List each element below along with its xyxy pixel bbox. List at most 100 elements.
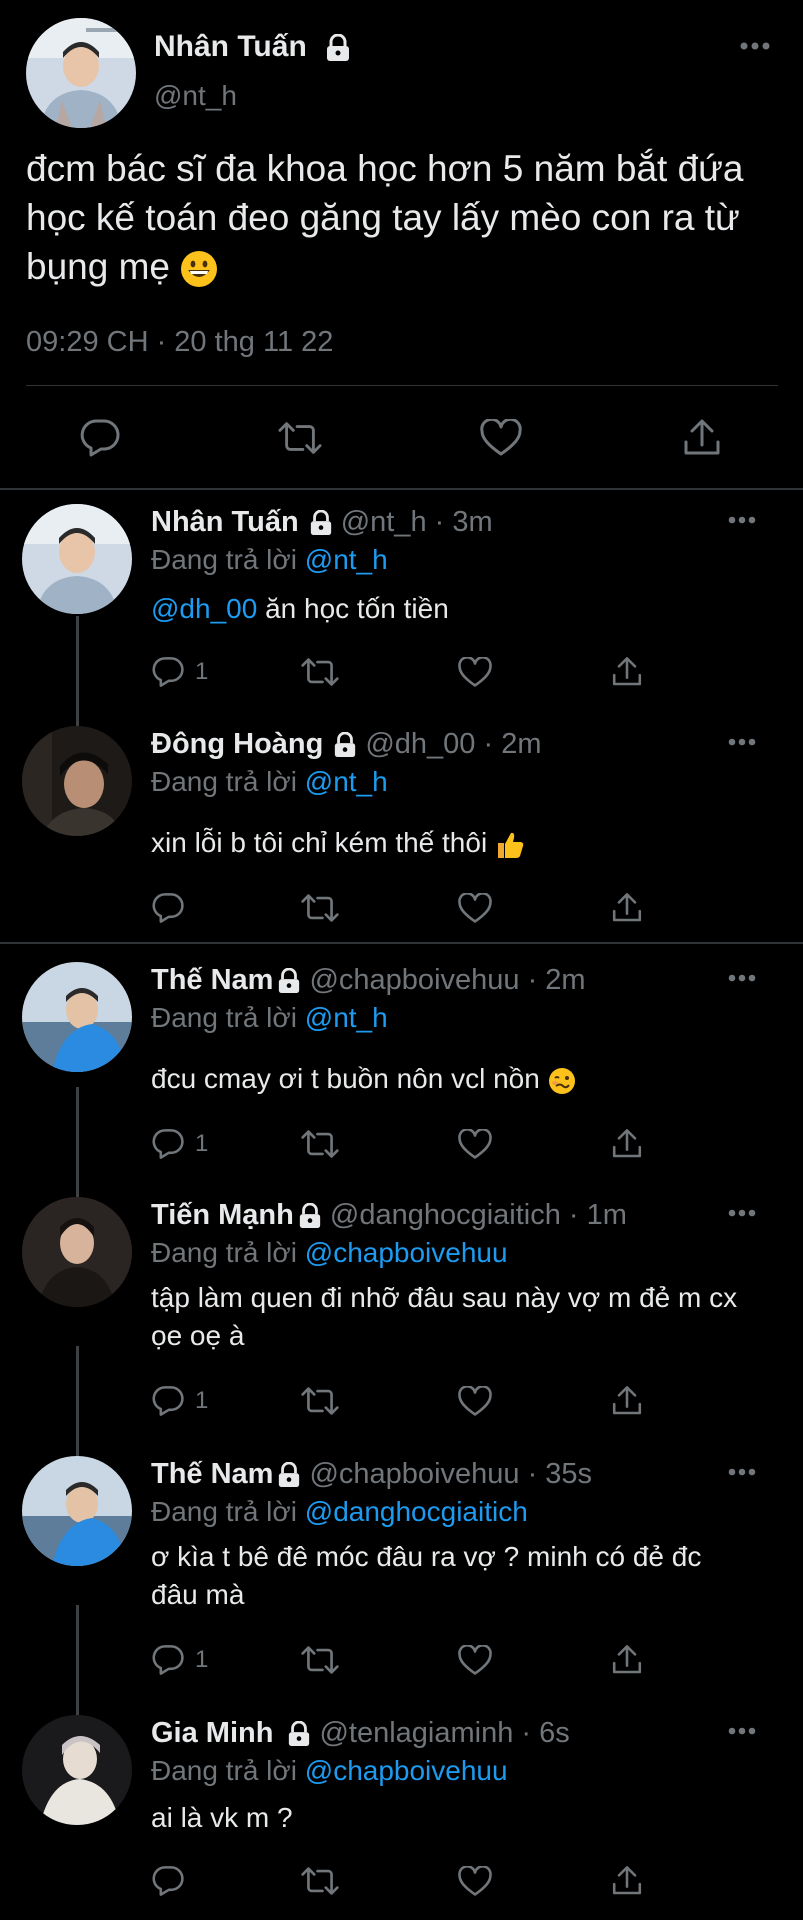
retweet-button[interactable] bbox=[301, 1640, 339, 1680]
reply-text: xin lỗi b tôi chỉ kém thế thôi bbox=[151, 824, 751, 862]
like-button[interactable] bbox=[458, 1124, 492, 1164]
share-button[interactable] bbox=[611, 1861, 643, 1901]
reply-button[interactable]: 1 bbox=[151, 1381, 208, 1421]
author-name[interactable]: Nhân Tuấn bbox=[151, 506, 299, 539]
reply-button[interactable] bbox=[78, 416, 122, 460]
author-handle[interactable]: @nt_h bbox=[154, 80, 237, 112]
avatar[interactable] bbox=[22, 504, 132, 614]
lock-icon bbox=[309, 509, 333, 536]
reply-text: @dh_00 ăn học tốn tiền bbox=[151, 593, 449, 624]
replying-to: Đang trả lời @chapboivehuu bbox=[151, 1237, 508, 1268]
mention-link[interactable]: @danghocgiaitich bbox=[305, 1496, 528, 1527]
avatar[interactable] bbox=[22, 1715, 132, 1825]
like-button[interactable] bbox=[458, 652, 492, 692]
retweet-button[interactable] bbox=[301, 1124, 339, 1164]
author-handle-time[interactable]: @chapboivehuu · 2m bbox=[309, 964, 585, 997]
share-button[interactable] bbox=[611, 1381, 643, 1421]
retweet-icon bbox=[301, 1646, 339, 1674]
reply-button[interactable]: 1 bbox=[151, 1640, 208, 1680]
mention-link[interactable]: @nt_h bbox=[305, 544, 388, 575]
replying-to: Đang trả lời @danghocgiaitich bbox=[151, 1496, 528, 1527]
reply-icon bbox=[152, 893, 184, 923]
like-icon bbox=[480, 419, 522, 456]
like-button[interactable] bbox=[479, 416, 523, 460]
share-icon bbox=[612, 657, 642, 686]
divider bbox=[26, 385, 778, 386]
lock-icon bbox=[287, 1720, 311, 1747]
mention-link[interactable]: @nt_h bbox=[305, 766, 388, 797]
mention-link[interactable]: @dh_00 bbox=[151, 593, 257, 624]
reply-button[interactable]: 1 bbox=[151, 1124, 208, 1164]
share-icon bbox=[612, 1645, 642, 1674]
retweet-icon bbox=[301, 1387, 339, 1415]
reply-icon bbox=[152, 657, 184, 687]
more-icon[interactable] bbox=[728, 974, 756, 982]
share-icon bbox=[612, 893, 642, 922]
author-name[interactable]: Thế Nam bbox=[151, 964, 273, 997]
reply-text: đcu cmay ơi t buồn nôn vcl nồn bbox=[151, 1060, 751, 1098]
retweet-button[interactable] bbox=[278, 416, 322, 460]
like-button[interactable] bbox=[458, 1861, 492, 1901]
avatar[interactable] bbox=[26, 18, 136, 128]
author-handle-time[interactable]: @chapboivehuu · 35s bbox=[309, 1458, 592, 1491]
author-handle-time[interactable]: @nt_h · 3m bbox=[341, 506, 493, 539]
tweet-timestamp[interactable]: 09:29 CH · 20 thg 11 22 bbox=[26, 326, 333, 359]
like-icon bbox=[458, 656, 492, 687]
reply-tweet[interactable]: Đông Hoàng @dh_00 · 2m Đang trả lời @nt_… bbox=[0, 726, 803, 926]
woozy-face-emoji bbox=[548, 1067, 576, 1095]
mention-link[interactable]: @nt_h bbox=[305, 1002, 388, 1033]
reply-button[interactable]: 1 bbox=[151, 652, 208, 692]
share-button[interactable] bbox=[611, 888, 643, 928]
author-name[interactable]: Tiến Mạnh bbox=[151, 1199, 294, 1232]
author-name[interactable]: Thế Nam bbox=[151, 1458, 273, 1491]
mention-link[interactable]: @chapboivehuu bbox=[305, 1237, 508, 1268]
more-icon[interactable] bbox=[740, 42, 770, 50]
like-button[interactable] bbox=[458, 1381, 492, 1421]
reply-tweet[interactable]: Nhân Tuấn @nt_h · 3m Đang trả lời @nt_h … bbox=[0, 504, 803, 704]
retweet-button[interactable] bbox=[301, 652, 339, 692]
avatar[interactable] bbox=[22, 962, 132, 1072]
section-divider bbox=[0, 942, 803, 944]
mention-link[interactable]: @chapboivehuu bbox=[305, 1755, 508, 1786]
retweet-button[interactable] bbox=[301, 1381, 339, 1421]
reply-button[interactable] bbox=[151, 888, 195, 928]
thumbs-up-emoji bbox=[495, 830, 525, 860]
reply-tweet[interactable]: Thế Nam @chapboivehuu · 2m Đang trả lời … bbox=[0, 962, 803, 1162]
reply-actions bbox=[151, 888, 651, 928]
retweet-icon bbox=[278, 422, 322, 454]
more-icon[interactable] bbox=[728, 516, 756, 524]
replying-to: Đang trả lời @nt_h bbox=[151, 544, 388, 575]
reply-button[interactable] bbox=[151, 1861, 195, 1901]
like-button[interactable] bbox=[458, 888, 492, 928]
retweet-button[interactable] bbox=[301, 888, 339, 928]
share-button[interactable] bbox=[611, 1640, 643, 1680]
reply-tweet[interactable]: Tiến Mạnh @danghocgiaitich · 1m Đang trả… bbox=[0, 1197, 803, 1427]
author-name[interactable]: Gia Minh bbox=[151, 1717, 273, 1750]
author-handle-time[interactable]: @danghocgiaitich · 1m bbox=[330, 1199, 627, 1232]
author-handle-time[interactable]: @tenlagiaminh · 6s bbox=[319, 1717, 569, 1750]
more-icon[interactable] bbox=[728, 1209, 756, 1217]
like-button[interactable] bbox=[458, 1640, 492, 1680]
avatar[interactable] bbox=[22, 726, 132, 836]
share-icon bbox=[612, 1866, 642, 1895]
lock-icon bbox=[333, 731, 357, 758]
author-handle-time[interactable]: @dh_00 · 2m bbox=[365, 728, 541, 761]
more-icon[interactable] bbox=[728, 1727, 756, 1735]
avatar[interactable] bbox=[22, 1197, 132, 1307]
like-icon bbox=[458, 1644, 492, 1675]
share-button[interactable] bbox=[611, 652, 643, 692]
more-icon[interactable] bbox=[728, 1468, 756, 1476]
share-button[interactable] bbox=[611, 1124, 643, 1164]
avatar[interactable] bbox=[22, 1456, 132, 1566]
share-button[interactable] bbox=[680, 416, 724, 460]
like-icon bbox=[458, 1385, 492, 1416]
retweet-button[interactable] bbox=[301, 1861, 339, 1901]
reply-tweet[interactable]: Gia Minh @tenlagiaminh · 6s Đang trả lời… bbox=[0, 1715, 803, 1915]
more-icon[interactable] bbox=[728, 738, 756, 746]
grinning-face-emoji bbox=[180, 250, 218, 288]
author-name[interactable]: Nhân Tuấn bbox=[154, 30, 351, 64]
reply-tweet[interactable]: Thế Nam @chapboivehuu · 35s Đang trả lời… bbox=[0, 1456, 803, 1686]
share-icon bbox=[612, 1129, 642, 1158]
author-name[interactable]: Đông Hoàng bbox=[151, 728, 323, 761]
retweet-icon bbox=[301, 1130, 339, 1158]
